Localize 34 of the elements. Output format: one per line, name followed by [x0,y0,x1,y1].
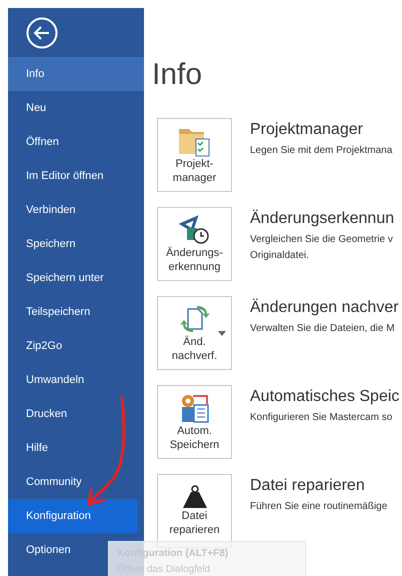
section-description: Vergleichen Sie die Geometrie v [250,233,393,246]
section-title: Projektmanager [250,120,363,140]
section-title: Änderungen nachver [250,298,399,318]
menu-item[interactable]: Speichern [8,227,144,261]
section-title: Änderungserkennun [250,208,394,229]
menu-item[interactable]: Neu [8,91,144,125]
menu-item[interactable]: Drucken [8,397,144,431]
compare-icon [178,214,210,246]
section-description: Originaldatei. [250,249,309,262]
section-description: Führen Sie eine routinemäßige [250,500,388,513]
menu-item[interactable]: Hilfe [8,431,144,465]
tool-button[interactable]: Änderungs- erkennung [157,207,232,281]
section-title: Datei reparieren [250,476,365,496]
menu-item[interactable]: Speichern unter [8,261,144,295]
menu-item[interactable]: Info [8,57,144,91]
menu-item[interactable]: Umwandeln [8,363,144,397]
tool-button[interactable]: Änd. nachverf. [157,296,232,370]
sync-documents-icon [178,303,210,335]
menu-item[interactable]: Community [8,465,144,499]
menu-item[interactable]: Teilspeichern [8,295,144,329]
tool-button[interactable]: Projekt- manager [157,118,232,192]
section-description: Legen Sie mit dem Projektmana [250,144,392,157]
section-description: Konfigurieren Sie Mastercam so [250,411,392,424]
menu-item[interactable]: Im Editor öffnen [8,159,144,193]
back-icon[interactable] [26,16,58,48]
section-description: Verwalten Sie die Dateien, die M [250,322,395,335]
menu-item[interactable]: Verbinden [8,193,144,227]
section-title: Automatisches Speic [250,387,400,407]
menu-item[interactable]: Öffnen [8,125,144,159]
menu-item[interactable]: Zip2Go [8,329,144,363]
tool-button[interactable]: Autom. Speichern [157,385,232,459]
dropdown-arrow-icon [218,331,226,336]
menu-item[interactable]: Konfiguration [8,499,138,533]
page-heading: Info [152,57,202,93]
